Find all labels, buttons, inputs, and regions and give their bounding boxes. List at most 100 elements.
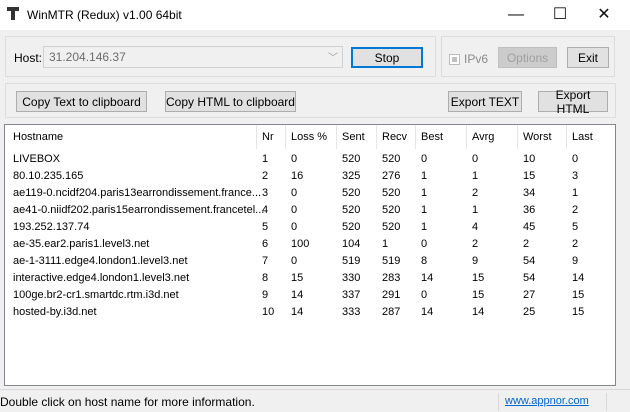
cell-sent: 325	[342, 170, 361, 182]
cell-sent: 520	[342, 221, 361, 233]
cell-best: 8	[421, 255, 428, 267]
cell-loss: 15	[291, 272, 304, 284]
table-row[interactable]: hosted-by.i3d.net 10 14 333 287 14 14 25 15	[5, 304, 615, 321]
column-divider[interactable]	[466, 125, 467, 149]
cell-hostname: interactive.edge4.london1.level3.net	[13, 272, 190, 284]
stop-button[interactable]: Stop	[351, 47, 423, 68]
column-header-last[interactable]: Last	[572, 131, 593, 143]
cell-hostname: ae-35.ear2.paris1.level3.net	[13, 238, 150, 250]
cell-worst: 10	[523, 153, 536, 165]
table-row[interactable]: ae41-0.niidf202.paris15earrondissement.f…	[5, 202, 615, 219]
column-header-hostname[interactable]: Hostname	[13, 131, 63, 143]
export-html-button[interactable]: Export HTML	[538, 88, 608, 116]
cell-avrg: 1	[472, 204, 479, 216]
cell-recv: 520	[382, 204, 401, 216]
cell-sent: 330	[342, 272, 361, 284]
column-divider[interactable]	[376, 125, 377, 149]
column-divider[interactable]	[256, 125, 257, 149]
status-text: Double click on host name for more infor…	[0, 395, 255, 409]
table-row[interactable]: ae119-0.ncidf204.paris13earrondissement.…	[5, 185, 615, 202]
column-header-best[interactable]: Best	[421, 131, 443, 143]
table-row[interactable]: 100ge.br2-cr1.smartdc.rtm.i3d.net 9 14 337 2…	[5, 287, 615, 304]
cell-hostname: ae119-0.ncidf204.paris13earrondissement.…	[13, 187, 262, 199]
copy-text-button[interactable]: Copy Text to clipboard	[16, 91, 147, 112]
cell-last: 5	[572, 221, 579, 233]
column-header-sent[interactable]: Sent	[342, 131, 365, 143]
column-header-worst[interactable]: Worst	[523, 131, 552, 143]
cell-recv: 519	[382, 255, 401, 267]
cell-hostname: hosted-by.i3d.net	[13, 306, 97, 318]
chevron-down-icon[interactable]: ﹀	[328, 49, 338, 64]
cell-recv: 287	[382, 306, 401, 318]
cell-sent: 520	[342, 153, 361, 165]
cell-worst: 2	[523, 238, 530, 250]
cell-avrg: 15	[472, 272, 485, 284]
table-row[interactable]: ae-35.ear2.paris1.level3.net 6 100 104 1 0 2 2 2	[5, 236, 615, 253]
column-divider[interactable]	[517, 125, 518, 149]
cell-nr: 8	[262, 272, 269, 284]
cell-last: 2	[572, 238, 579, 250]
cell-recv: 291	[382, 289, 401, 301]
cell-last: 1	[572, 187, 579, 199]
column-header-avrg[interactable]: Avrg	[472, 131, 494, 143]
column-header-nr[interactable]: Nr	[262, 131, 274, 143]
minimize-button[interactable]: —	[496, 4, 536, 26]
table-row[interactable]: interactive.edge4.london1.level3.net 8 15 3…	[5, 270, 615, 287]
options-button[interactable]: Options	[498, 47, 557, 68]
cell-sent: 104	[342, 238, 361, 250]
cell-hostname: 80.10.235.165	[13, 170, 84, 182]
column-header-recv[interactable]: Recv	[382, 131, 407, 143]
cell-sent: 337	[342, 289, 361, 301]
close-button[interactable]: ✕	[584, 4, 624, 26]
cell-nr: 7	[262, 255, 269, 267]
cell-sent: 519	[342, 255, 361, 267]
column-divider[interactable]	[566, 125, 567, 149]
exit-button[interactable]: Exit	[567, 47, 609, 68]
column-divider[interactable]	[415, 125, 416, 149]
cell-hostname: LIVEBOX	[13, 153, 61, 165]
column-header-loss[interactable]: Loss %	[291, 131, 327, 143]
cell-best: 1	[421, 187, 428, 199]
trace-table[interactable]: Hostname Nr Loss % Sent Recv Best Avrg Worst Las…	[4, 124, 616, 386]
cell-avrg: 1	[472, 170, 479, 182]
cell-avrg: 9	[472, 255, 479, 267]
table-row[interactable]: ae-1-3111.edge4.london1.level3.net 7 0 519 5…	[5, 253, 615, 270]
cell-worst: 25	[523, 306, 536, 318]
ipv6-checkbox[interactable]	[449, 54, 460, 65]
cell-loss: 16	[291, 170, 304, 182]
cell-best: 0	[421, 289, 428, 301]
cell-worst: 45	[523, 221, 536, 233]
cell-worst: 54	[523, 272, 536, 284]
website-link[interactable]: www.appnor.com	[505, 395, 589, 407]
maximize-button[interactable]: ☐	[540, 4, 580, 26]
cell-last: 3	[572, 170, 579, 182]
cell-recv: 520	[382, 153, 401, 165]
export-text-button[interactable]: Export TEXT	[448, 91, 522, 112]
cell-best: 1	[421, 204, 428, 216]
table-row[interactable]: 80.10.235.165 2 16 325 276 1 1 15 3	[5, 168, 615, 185]
column-divider[interactable]	[336, 125, 337, 149]
cell-nr: 9	[262, 289, 269, 301]
cell-nr: 5	[262, 221, 269, 233]
host-combobox[interactable]: 31.204.146.37 ﹀	[43, 46, 343, 68]
cell-recv: 520	[382, 187, 401, 199]
table-row[interactable]: LIVEBOX 1 0 520 520 0 0 10 0	[5, 151, 615, 168]
status-divider	[498, 393, 499, 411]
column-divider[interactable]	[285, 125, 286, 149]
table-row[interactable]: 193.252.137.74 5 0 520 520 1 4 45 5	[5, 219, 615, 236]
host-value: 31.204.146.37	[49, 50, 126, 64]
cell-last: 2	[572, 204, 579, 216]
window-title: WinMTR (Redux) v1.00 64bit	[27, 8, 182, 22]
cell-avrg: 14	[472, 306, 485, 318]
app-icon	[7, 7, 19, 20]
copy-html-button[interactable]: Copy HTML to clipboard	[165, 91, 296, 112]
cell-hostname: ae41-0.niidf202.paris15earrondissement.f…	[13, 204, 265, 216]
cell-recv: 1	[382, 238, 389, 250]
cell-last: 15	[572, 306, 585, 318]
cell-recv: 283	[382, 272, 401, 284]
cell-worst: 54	[523, 255, 536, 267]
cell-avrg: 2	[472, 238, 479, 250]
cell-avrg: 15	[472, 289, 485, 301]
cell-nr: 4	[262, 204, 269, 216]
cell-worst: 36	[523, 204, 536, 216]
